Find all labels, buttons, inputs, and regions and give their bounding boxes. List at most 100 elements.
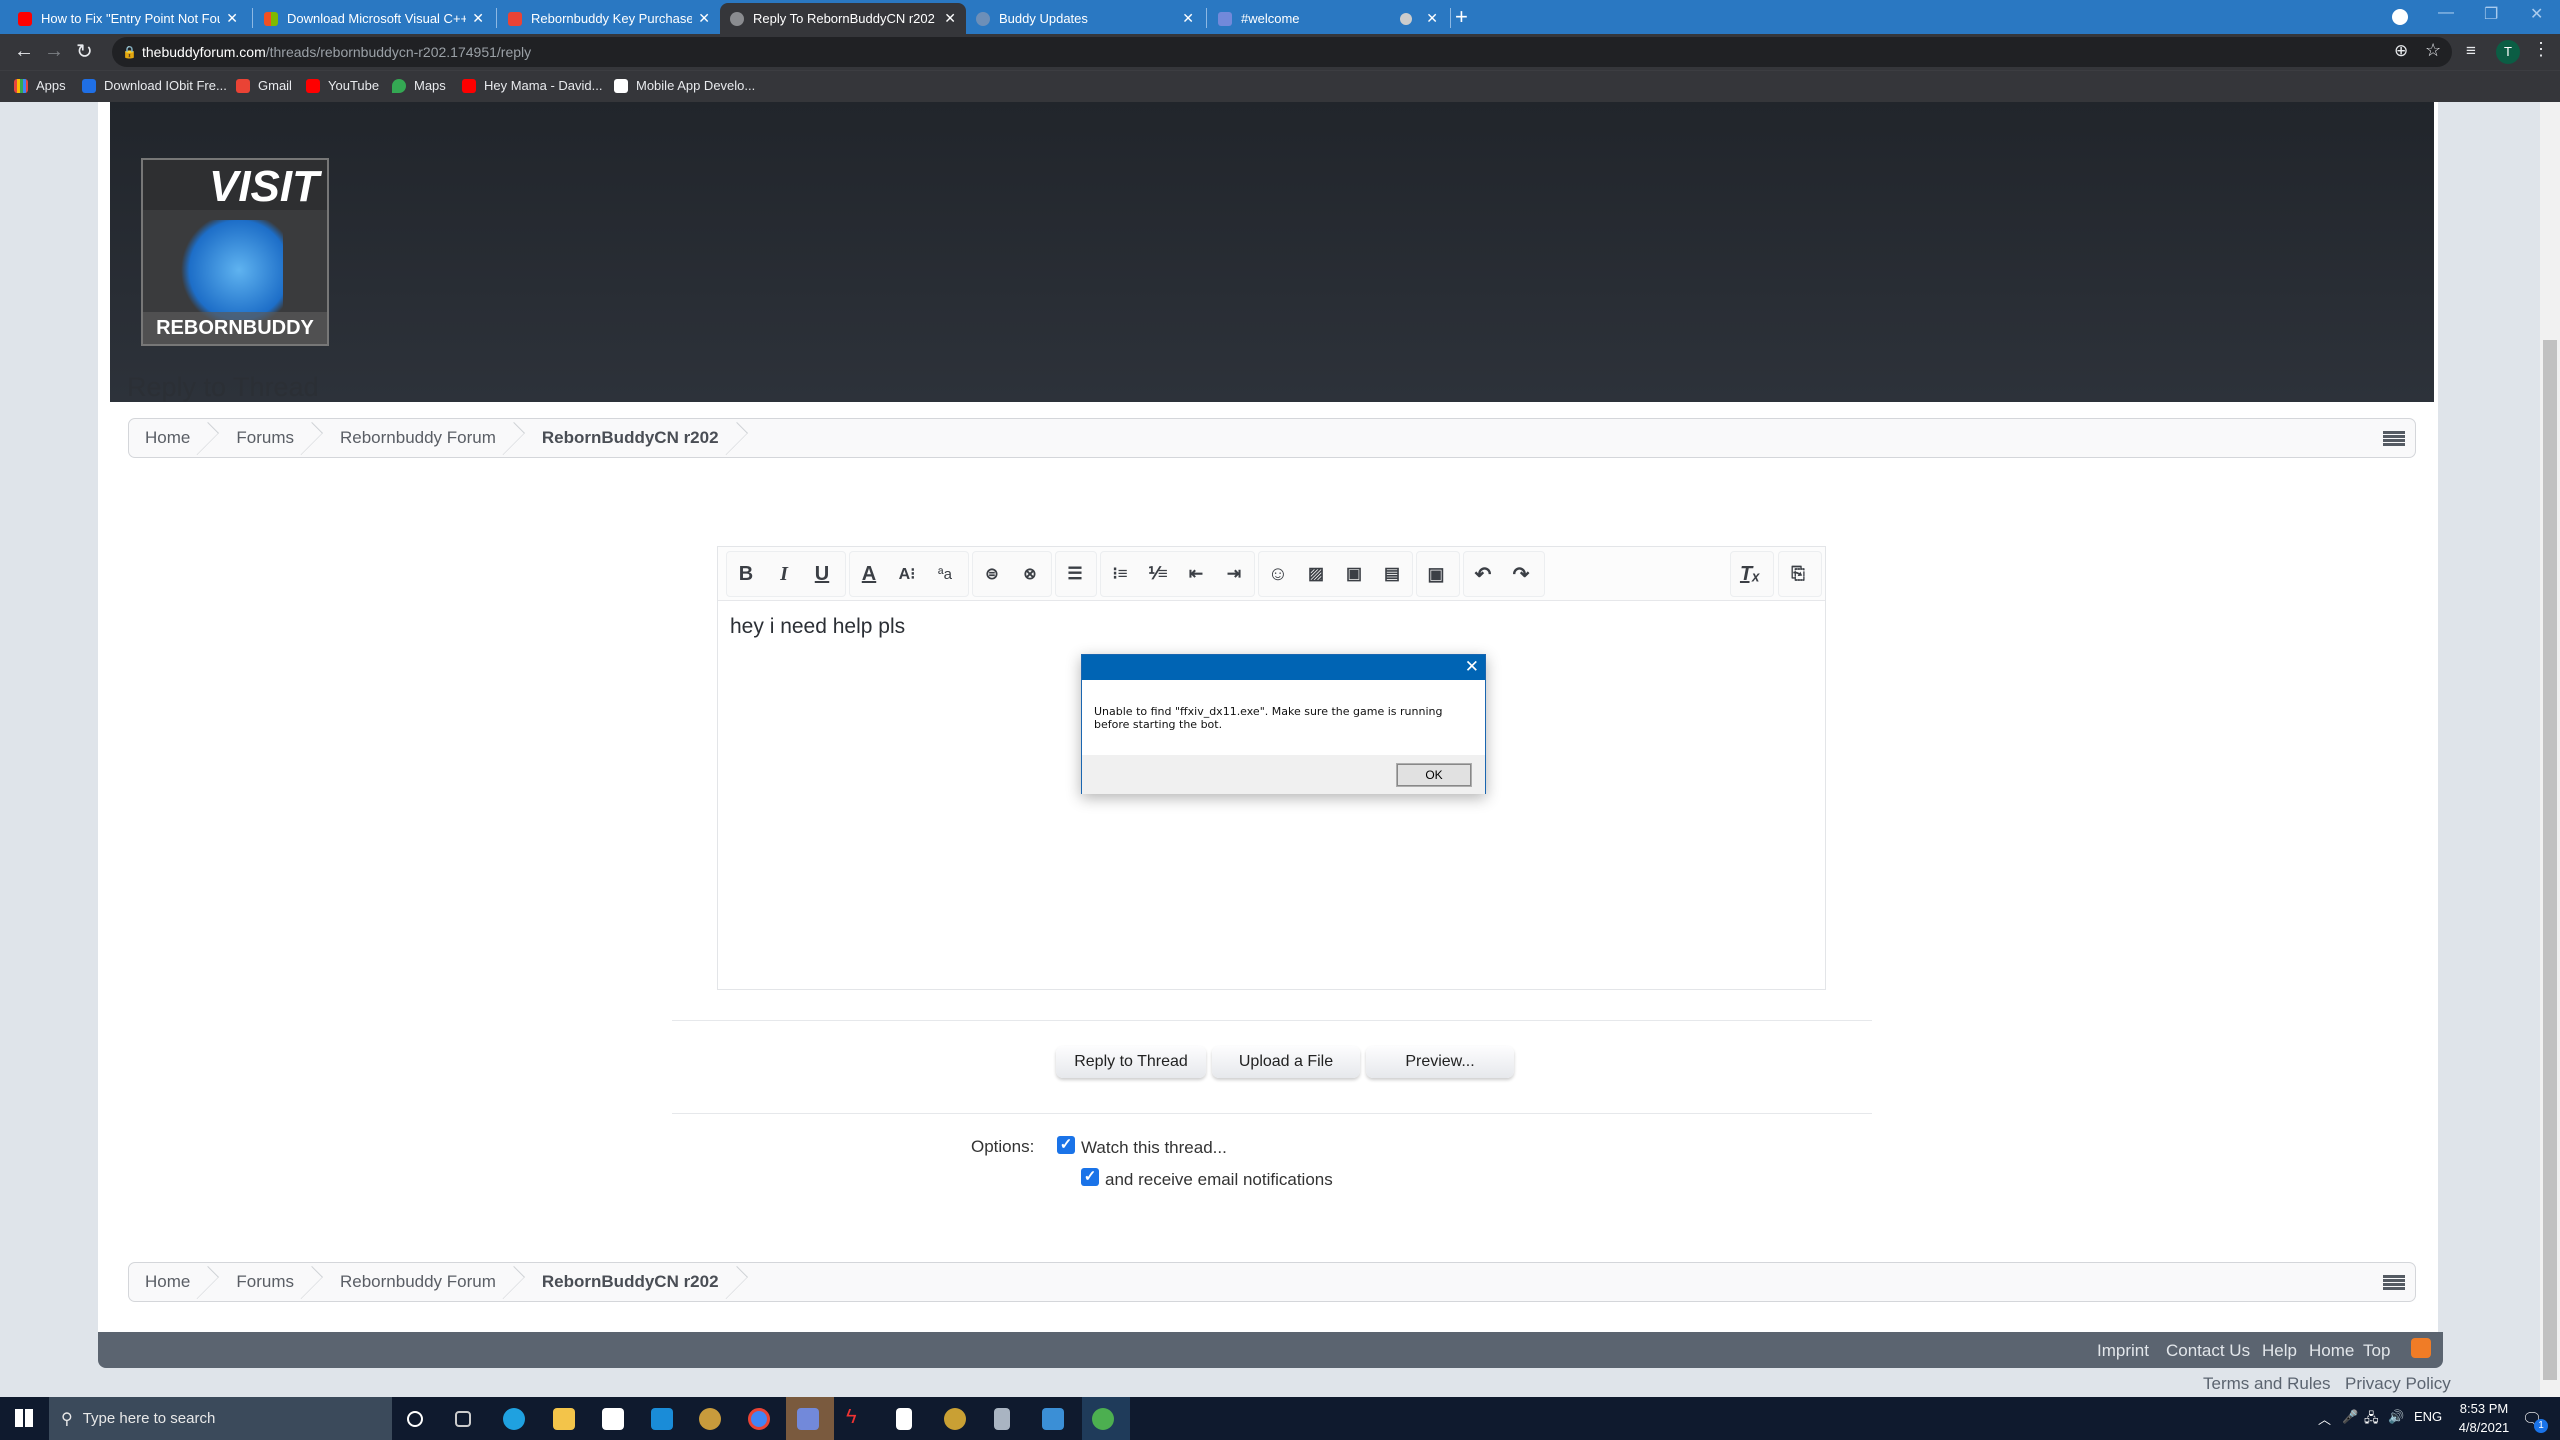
notepad-icon[interactable] bbox=[896, 1408, 912, 1430]
network-icon[interactable]: 🖧 bbox=[2364, 1409, 2379, 1431]
indent-icon[interactable]: ⇥ bbox=[1215, 564, 1253, 584]
tab-search-icon[interactable] bbox=[2392, 9, 2408, 25]
font-size-icon[interactable]: A⁝ bbox=[888, 564, 926, 584]
email-notifications-checkbox[interactable]: ✓ bbox=[1081, 1168, 1099, 1186]
toggle-bbcode-icon[interactable]: ⎘ bbox=[1779, 564, 1817, 584]
bookmark-youtube[interactable]: YouTube bbox=[306, 78, 379, 93]
language-indicator[interactable]: ENG bbox=[2414, 1409, 2442, 1424]
remove-formatting-icon[interactable]: Tₓ bbox=[1731, 563, 1769, 586]
browser-tab-active[interactable]: Reply To RebornBuddyCN r202 | ✕ bbox=[720, 3, 966, 34]
chrome-icon[interactable] bbox=[748, 1408, 770, 1430]
breadcrumb-forums[interactable]: Forums bbox=[220, 1263, 324, 1301]
preview-button[interactable]: Preview... bbox=[1366, 1046, 1514, 1078]
breadcrumb-home[interactable]: Home bbox=[129, 419, 220, 457]
discord-icon[interactable] bbox=[797, 1408, 819, 1430]
media-icon[interactable]: ▣ bbox=[1335, 564, 1373, 584]
close-window-button[interactable]: ✕ bbox=[2530, 4, 2543, 24]
back-button[interactable]: ← bbox=[14, 40, 34, 63]
watch-thread-label[interactable]: Watch this thread... bbox=[1081, 1138, 1227, 1158]
outdent-icon[interactable]: ⇤ bbox=[1177, 564, 1215, 584]
bookmark-apps[interactable]: Apps bbox=[14, 78, 66, 93]
clock-time[interactable]: 8:53 PM bbox=[2455, 1401, 2513, 1416]
profile-avatar[interactable]: T bbox=[2496, 40, 2520, 64]
footer-link-top[interactable]: Top bbox=[2363, 1341, 2390, 1361]
restore-button[interactable]: ❐ bbox=[2484, 4, 2498, 24]
rebornbuddy-banner[interactable]: VISIT REBORNBUDDY bbox=[141, 158, 329, 346]
italic-icon[interactable]: I bbox=[765, 563, 803, 586]
list-menu-icon[interactable] bbox=[2383, 1275, 2405, 1291]
close-tab-icon[interactable]: ✕ bbox=[1182, 10, 1194, 27]
browser-tab[interactable]: Rebornbuddy Key Purchase - tob ✕ bbox=[498, 3, 720, 34]
rebornbuddy-icon[interactable] bbox=[1092, 1408, 1114, 1430]
breadcrumb-rebornbuddy-forum[interactable]: Rebornbuddy Forum bbox=[324, 419, 526, 457]
bold-icon[interactable]: B bbox=[727, 563, 765, 586]
breadcrumb-forums[interactable]: Forums bbox=[220, 419, 324, 457]
privacy-link[interactable]: Privacy Policy bbox=[2345, 1374, 2451, 1394]
smilies-icon[interactable]: ☺ bbox=[1259, 563, 1297, 586]
bookmark-hey-mama[interactable]: Hey Mama - David... bbox=[462, 78, 602, 93]
task-view-icon[interactable] bbox=[455, 1411, 471, 1427]
breadcrumb-current[interactable]: RebornBuddyCN r202 bbox=[526, 1263, 749, 1301]
footer-link-help[interactable]: Help bbox=[2262, 1341, 2297, 1361]
show-hidden-icons[interactable]: ︿ bbox=[2318, 1409, 2331, 1428]
breadcrumb-rebornbuddy-forum[interactable]: Rebornbuddy Forum bbox=[324, 1263, 526, 1301]
bookmark-star-icon[interactable]: ☆ bbox=[2425, 40, 2441, 61]
windows-start-icon[interactable] bbox=[15, 1409, 33, 1427]
reload-button[interactable]: ↻ bbox=[76, 39, 93, 64]
footer-link-imprint[interactable]: Imprint bbox=[2097, 1341, 2149, 1361]
microphone-icon[interactable]: 🎤 bbox=[2342, 1409, 2358, 1425]
numbered-list-icon[interactable]: ⅟≡ bbox=[1139, 564, 1177, 584]
breadcrumb-current[interactable]: RebornBuddyCN r202 bbox=[526, 419, 749, 457]
align-icon[interactable]: ☰ bbox=[1056, 564, 1094, 584]
footer-link-contact[interactable]: Contact Us bbox=[2166, 1341, 2250, 1361]
browser-tab[interactable]: #welcome ✕ bbox=[1208, 3, 1448, 34]
reply-to-thread-button[interactable]: Reply to Thread bbox=[1056, 1046, 1206, 1078]
redo-icon[interactable]: ↷ bbox=[1502, 562, 1540, 587]
font-color-icon[interactable]: A bbox=[850, 563, 888, 586]
chrome-menu-icon[interactable]: ⋮ bbox=[2532, 39, 2550, 60]
file-explorer-icon[interactable] bbox=[553, 1408, 575, 1430]
save-draft-icon[interactable]: ▣ bbox=[1417, 564, 1455, 585]
upload-file-button[interactable]: Upload a File bbox=[1212, 1046, 1360, 1078]
bookmark-mobile-app[interactable]: Mobile App Develo... bbox=[614, 78, 755, 93]
minimize-button[interactable]: — bbox=[2438, 4, 2454, 22]
browser-tab[interactable]: Buddy Updates ✕ bbox=[966, 3, 1204, 34]
taskbar-search[interactable]: ⚲ Type here to search bbox=[49, 1397, 392, 1440]
dialog-close-icon[interactable]: ✕ bbox=[1465, 657, 1479, 677]
bulleted-list-icon[interactable]: ⁝≡ bbox=[1101, 564, 1139, 584]
footer-link-home[interactable]: Home bbox=[2309, 1341, 2354, 1361]
clock-date[interactable]: 4/8/2021 bbox=[2455, 1420, 2513, 1435]
store-icon[interactable] bbox=[602, 1408, 624, 1430]
undo-icon[interactable]: ↶ bbox=[1464, 562, 1502, 587]
forward-button[interactable]: → bbox=[44, 40, 64, 63]
scrollbar-thumb[interactable] bbox=[2543, 340, 2557, 1380]
close-tab-icon[interactable]: ✕ bbox=[226, 10, 238, 27]
close-tab-icon[interactable]: ✕ bbox=[944, 10, 956, 27]
underline-icon[interactable]: U bbox=[803, 563, 841, 586]
edge-icon[interactable] bbox=[503, 1408, 525, 1430]
terms-link[interactable]: Terms and Rules bbox=[2203, 1374, 2331, 1394]
flash-icon[interactable]: ϟ bbox=[846, 1406, 868, 1428]
browser-tab[interactable]: Download Microsoft Visual C++ ✕ bbox=[254, 3, 494, 34]
quote-icon[interactable]: ▤ bbox=[1373, 564, 1411, 584]
close-tab-icon[interactable]: ✕ bbox=[698, 10, 710, 27]
font-family-icon[interactable]: ªa bbox=[926, 566, 964, 583]
editor-content[interactable]: hey i need help pls bbox=[730, 615, 905, 639]
league-icon[interactable] bbox=[699, 1408, 721, 1430]
browser-tab[interactable]: How to Fix "Entry Point Not Foun ✕ bbox=[8, 3, 248, 34]
breadcrumb-home[interactable]: Home bbox=[129, 1263, 220, 1301]
dialog-ok-button[interactable]: OK bbox=[1396, 763, 1472, 787]
page-scrollbar[interactable] bbox=[2540, 102, 2560, 1397]
close-tab-icon[interactable]: ✕ bbox=[1426, 10, 1438, 27]
link-icon[interactable]: ⊜ bbox=[973, 564, 1011, 584]
remote-desktop-icon[interactable] bbox=[1042, 1408, 1064, 1430]
zoom-icon[interactable]: ⊕ bbox=[2394, 41, 2408, 61]
email-notifications-label[interactable]: and receive email notifications bbox=[1105, 1170, 1333, 1190]
image-icon[interactable]: ▨ bbox=[1297, 564, 1335, 584]
new-tab-button[interactable]: + bbox=[1455, 3, 1468, 31]
list-menu-icon[interactable] bbox=[2383, 431, 2405, 447]
unlink-icon[interactable]: ⊗ bbox=[1011, 564, 1049, 584]
watch-thread-checkbox[interactable]: ✓ bbox=[1057, 1136, 1075, 1154]
mail-icon[interactable] bbox=[651, 1408, 673, 1430]
wow-icon[interactable] bbox=[944, 1408, 966, 1430]
